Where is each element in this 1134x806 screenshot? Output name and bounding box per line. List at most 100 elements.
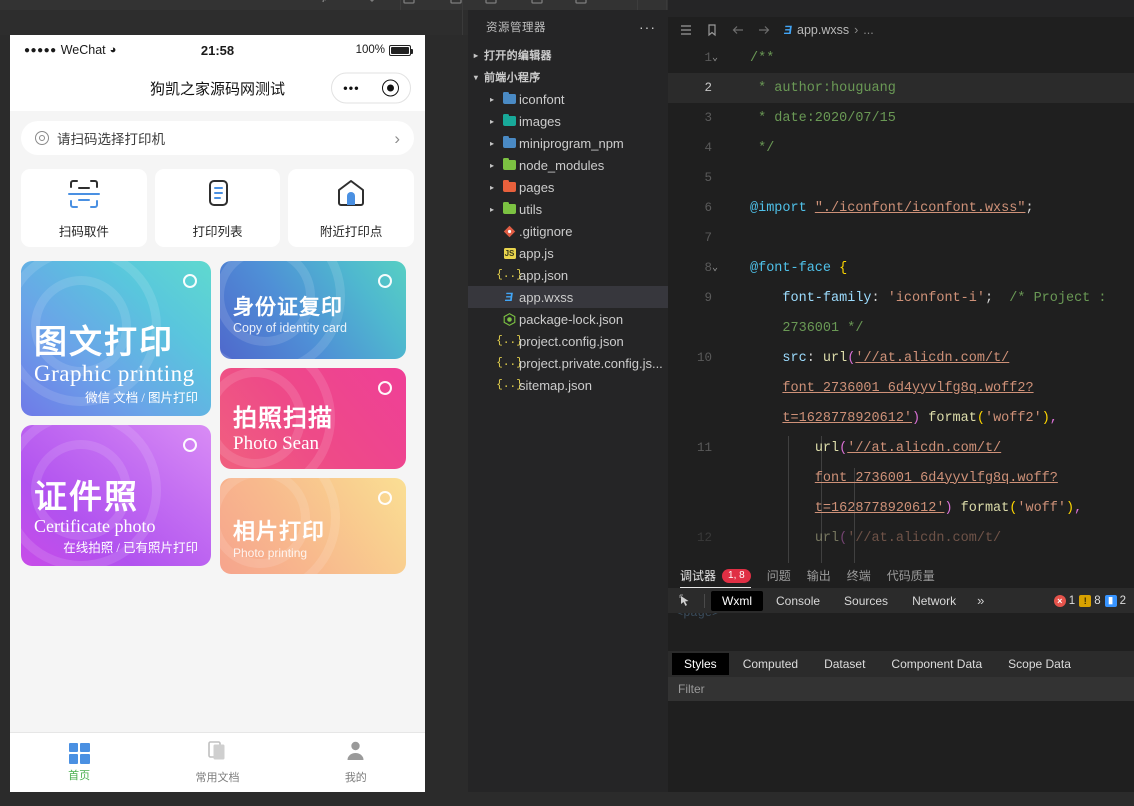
css-url-cont[interactable]: font_2736001_6d4yyvlfg8q.woff? [815,471,1058,486]
bookmark-icon[interactable] [704,22,720,38]
styles-filter-bar[interactable]: Filter [668,677,1134,701]
folder-icon [500,116,519,126]
tree-item-app-wxss[interactable]: Ǝ app.wxss [468,286,668,308]
code-line: 9 font-family: 'iconfont-i'; /* Project … [668,283,1134,313]
panel-tab-problems[interactable]: 问题 [767,563,791,588]
card-id-card-copy[interactable]: 身份证复印 Copy of identity card [220,261,406,359]
device-icon[interactable] [528,0,546,8]
card-title: 证件照 [34,481,198,516]
line-number: 2 [668,81,726,95]
card-corner-circle-icon [183,438,197,452]
css-url-query[interactable]: t=1628778920612' [782,411,912,426]
tree-item-label: sitemap.json [519,378,592,393]
error-count[interactable]: ×1 [1054,595,1075,607]
quick-action-scan-pickup[interactable]: 扫码取件 [21,169,147,247]
documents-icon [207,740,228,766]
breadcrumb-file[interactable]: Ǝ app.wxss › ... [784,23,874,37]
tree-item-iconfont[interactable]: ▸ iconfont [468,88,668,110]
select-printer-bar[interactable]: 请扫码选择打印机 › [21,121,414,155]
compile-icon[interactable] [400,0,418,8]
chevron-down-icon[interactable] [363,0,381,8]
css-url-cont[interactable]: font_2736001_6d4yyvlfg8q.woff2? [782,381,1033,396]
more-icon[interactable] [617,0,635,8]
feature-cards: 图文打印 Graphic printing 微信 文档 / 图片打印 证件照 [21,261,414,574]
back-icon[interactable] [318,0,336,8]
line-string[interactable]: "./iconfont/iconfont.wxss" [815,201,1026,216]
menu-dots-icon[interactable]: ••• [343,82,360,95]
tree-item-sitemap-json[interactable]: {..} sitemap.json [468,374,668,396]
card-certificate-photo[interactable]: 证件照 Certificate photo 在线拍照 / 已有照片打印 [21,425,211,566]
list-icon[interactable] [678,22,694,38]
forward-arrow-icon[interactable] [756,22,772,38]
code-line: t=1628778920612') format('woff2'), [668,403,1134,433]
styles-tab-computed[interactable]: Computed [731,653,810,675]
panel-tab-output[interactable]: 输出 [807,563,831,588]
mini-program-navbar: 狗凯之家源码网测试 ••• [10,65,425,111]
styles-tab-scope-data[interactable]: Scope Data [996,653,1083,675]
card-graphic-printing[interactable]: 图文打印 Graphic printing 微信 文档 / 图片打印 [21,261,211,416]
devtools-tab-network[interactable]: Network [901,591,967,611]
tabbar-item-profile[interactable]: 我的 [287,733,425,792]
tree-item-label: node_modules [519,158,604,173]
css-url[interactable]: '//at.alicdn.com/t/ [847,441,1001,456]
quick-action-nearby[interactable]: 附近打印点 [288,169,414,247]
back-arrow-icon[interactable] [730,22,746,38]
styles-tab-dataset[interactable]: Dataset [812,653,877,675]
wxml-root-node[interactable]: <page> [676,613,719,620]
panel-tab-code-quality[interactable]: 代码质量 [887,563,935,588]
code-line: 11 url('//at.alicdn.com/t/ [668,433,1134,463]
css-url-query[interactable]: t=1628778920612' [815,501,945,516]
tree-item-project-config-json[interactable]: {..} project.config.json [468,330,668,352]
tree-item-project-private-config[interactable]: {..} project.private.config.js... [468,352,668,374]
tree-item-label: .gitignore [519,224,572,239]
capsule-buttons[interactable]: ••• [331,73,411,104]
tree-item-app-json[interactable]: {..} app.json [468,264,668,286]
tabbar-item-home[interactable]: 首页 [10,733,148,792]
fold-icon[interactable]: ⌄ [712,52,718,64]
css-url[interactable]: '//at.alicdn.com/t/ [855,351,1009,366]
line-punct: ; [1025,201,1033,216]
git-icon [500,225,519,238]
devtools-tab-wxml[interactable]: Wxml [711,591,763,611]
breadcrumb-separator: › [854,23,858,37]
card-photo-scan[interactable]: 拍照扫描 Photo Sean [220,368,406,469]
line-keyword: @font-face [750,261,831,276]
chevron-right-icon: ▸ [484,205,500,214]
nearby-location-icon [334,177,368,216]
card-corner-circle-icon [378,491,392,505]
tabbar-label: 常用文档 [195,769,239,785]
explorer-more-icon[interactable]: ··· [639,20,656,34]
explorer-section-project[interactable]: ▾ 前端小程序 [468,66,668,88]
explorer-section-open-editors[interactable]: ▸ 打开的编辑器 [468,44,668,66]
line-text: */ [726,141,774,156]
tree-item-node-modules[interactable]: ▸ node_modules [468,154,668,176]
inspect-element-icon[interactable] [674,591,698,610]
devtools-tab-console[interactable]: Console [765,591,831,611]
quick-action-print-list[interactable]: 打印列表 [155,169,281,247]
tree-item-utils[interactable]: ▸ utils [468,198,668,220]
wxml-tree-area[interactable]: <page> [668,613,1134,651]
code-area[interactable]: 1 ⌄ /** 2 * author:houguang 3 * date:202… [668,43,1134,563]
code-editor: Ǝ app.wxss › ... 1 ⌄ /** 2 * author:houg… [668,0,1134,563]
tree-item-package-lock-json[interactable]: package-lock.json [468,308,668,330]
warning-count[interactable]: !8 [1079,595,1100,607]
devtools-tab-sources[interactable]: Sources [833,591,899,611]
clear-icon[interactable] [572,0,590,8]
devtools-more-icon[interactable]: » [969,593,992,608]
info-count[interactable]: ▮2 [1105,595,1126,607]
styles-tab-component-data[interactable]: Component Data [879,653,994,675]
tree-item-miniprogram-npm[interactable]: ▸ miniprogram_npm [468,132,668,154]
panel-tab-terminal[interactable]: 终端 [847,563,871,588]
tree-item-gitignore[interactable]: .gitignore [468,220,668,242]
tree-item-images[interactable]: ▸ images [468,110,668,132]
fold-icon[interactable]: ⌄ [712,262,718,274]
panel-tab-debugger[interactable]: 调试器 1, 8 [680,563,751,588]
debugger-count-badge: 1, 8 [722,569,751,583]
card-photo-printing[interactable]: 相片打印 Photo printing [220,478,406,574]
tree-item-pages[interactable]: ▸ pages [468,176,668,198]
styles-tab-styles[interactable]: Styles [672,653,729,675]
tree-item-app-js[interactable]: JS app.js [468,242,668,264]
tabbar-item-documents[interactable]: 常用文档 [148,733,286,792]
cut-icon[interactable] [482,0,500,8]
close-target-icon[interactable] [382,80,399,97]
